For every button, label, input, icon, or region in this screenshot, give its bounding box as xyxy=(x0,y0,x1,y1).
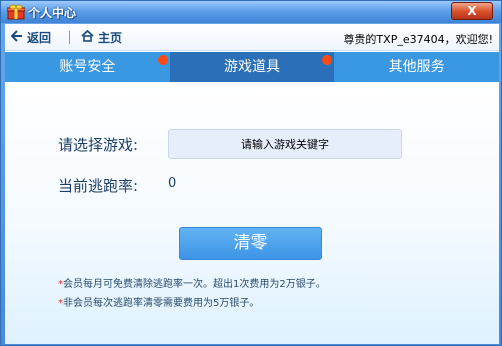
navigation-bar: 返回 主页 尊贵的TXP_e37404，欢迎您! xyxy=(5,24,499,51)
welcome-text: 尊贵的TXP_e37404，欢迎您! xyxy=(343,33,493,46)
game-search-input[interactable] xyxy=(168,129,402,159)
gift-box-icon xyxy=(6,4,26,20)
title-bar[interactable]: 个人中心 X xyxy=(1,1,501,23)
tab-bar: 账号安全 游戏道具 其他服务 xyxy=(5,52,500,82)
client-area: 返回 主页 尊贵的TXP_e37404，欢迎您! 账号安全 游戏道具 其他服务 … xyxy=(5,24,500,344)
notification-dot xyxy=(157,55,168,65)
tab-label: 其他服务 xyxy=(388,59,445,75)
home-icon xyxy=(81,29,94,45)
close-button[interactable]: X xyxy=(451,2,493,20)
tab-label: 游戏道具 xyxy=(224,59,280,75)
home-link[interactable]: 主页 xyxy=(81,29,122,46)
escape-rate-label: 当前逃跑率: xyxy=(58,177,139,195)
tab-label: 账号安全 xyxy=(59,59,116,75)
game-items-panel: 请选择游戏: 当前逃跑率: 0 清零 *会员每月可免费清除逃跑率一次。超出1次费… xyxy=(5,82,499,344)
member-note-text: 会员每月可免费清除逃跑率一次。超出1次费用为2万银子。 xyxy=(63,279,326,290)
nav-divider xyxy=(69,31,70,44)
back-link[interactable]: 返回 xyxy=(10,29,52,46)
tab-account-security[interactable]: 账号安全 xyxy=(5,52,170,82)
close-icon: X xyxy=(467,4,477,18)
tab-game-items[interactable]: 游戏道具 xyxy=(169,52,335,82)
non-member-note-text: 非会员每次逃跑率清零需要费用为5万银子。 xyxy=(63,298,260,309)
member-note: *会员每月可免费清除逃跑率一次。超出1次费用为2万银子。 xyxy=(58,275,326,290)
escape-rate-value: 0 xyxy=(168,176,177,191)
tab-other-services[interactable]: 其他服务 xyxy=(334,52,500,82)
arrow-left-icon xyxy=(10,30,23,45)
back-label: 返回 xyxy=(27,31,52,45)
select-game-label: 请选择游戏: xyxy=(58,136,139,154)
clear-button[interactable]: 清零 xyxy=(179,227,322,260)
home-label: 主页 xyxy=(98,31,123,45)
notification-dot xyxy=(322,55,333,65)
non-member-note: *非会员每次逃跑率清零需要费用为5万银子。 xyxy=(58,294,259,309)
dialog-window: 个人中心 X 返回 主页 尊贵的TXP_e37404，欢迎您! 账号安全 游戏道… xyxy=(0,0,502,346)
window-title: 个人中心 xyxy=(28,6,77,20)
